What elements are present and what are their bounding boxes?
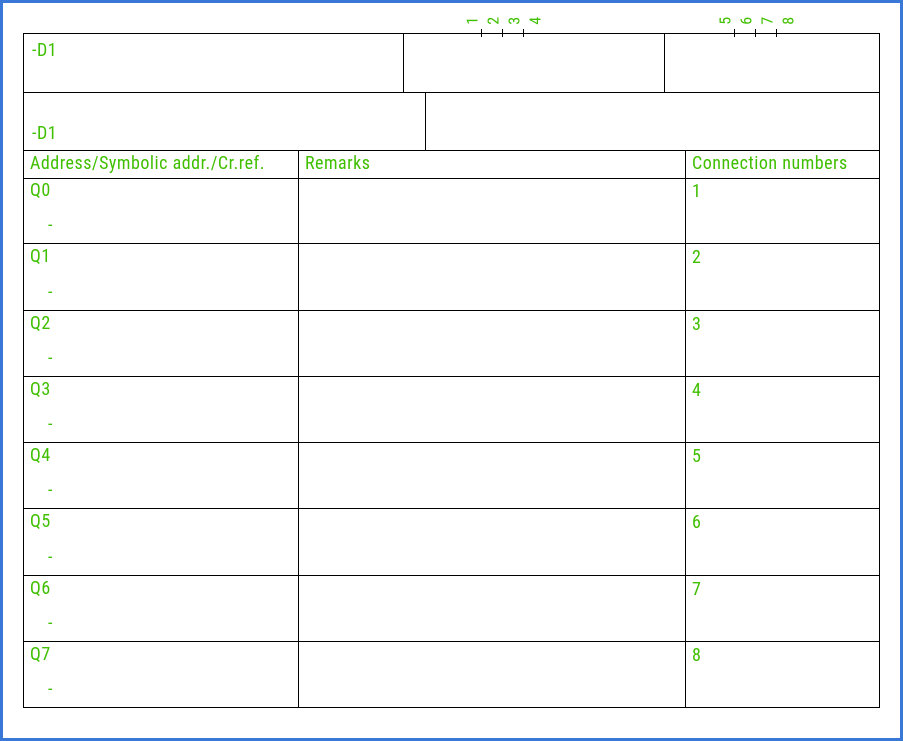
table-row: Q3 - 4 — [24, 377, 879, 443]
address-value: Q2 — [30, 313, 292, 335]
table-row: Q2 - 3 — [24, 311, 879, 377]
table-row: Q1 - 2 — [24, 244, 879, 310]
header-row-1: -D1 — [24, 34, 879, 93]
address-sub: - — [30, 681, 292, 699]
address-sub: - — [30, 217, 292, 235]
pin-label: 1 — [463, 12, 482, 30]
table-header: Address/Symbolic addr./Cr.ref. Remarks C… — [24, 150, 879, 179]
table-row: Q6 - 7 — [24, 576, 879, 642]
pin-label: 2 — [484, 12, 503, 30]
connection-value: 2 — [686, 244, 879, 309]
table-body: Q0 - 1 Q1 - 2 Q2 - 3 — [24, 178, 879, 707]
pin-label: 7 — [758, 12, 777, 30]
connection-value: 7 — [686, 576, 879, 641]
pin-label: 5 — [716, 12, 735, 30]
pin-label: 6 — [737, 12, 756, 30]
address-sub: - — [30, 549, 292, 567]
remarks-value — [299, 642, 686, 707]
connection-value: 5 — [686, 443, 879, 508]
sheet-frame: -D1 -D1 Address/Symbolic addr./Cr.ref. R… — [23, 33, 880, 708]
address-value: Q5 — [30, 511, 292, 533]
connection-value: 1 — [686, 178, 879, 243]
connection-value: 3 — [686, 311, 879, 376]
table-row: Q4 - 5 — [24, 443, 879, 509]
address-sub: - — [30, 482, 292, 500]
table-row: Q0 - 1 — [24, 178, 879, 244]
address-value: Q4 — [30, 445, 292, 467]
address-value: Q0 — [30, 180, 292, 202]
address-sub: - — [30, 416, 292, 434]
header1-cell-1: -D1 — [24, 34, 404, 92]
address-value: Q6 — [30, 578, 292, 600]
header1-cell-3 — [665, 34, 879, 92]
pin-label: 4 — [526, 12, 545, 30]
header2-cell-1: -D1 — [24, 92, 426, 150]
address-sub: - — [30, 615, 292, 633]
address-value: Q3 — [30, 379, 292, 401]
table-row: Q5 - 6 — [24, 509, 879, 575]
connection-value: 8 — [686, 642, 879, 707]
pin-label: 8 — [779, 12, 798, 30]
pin-label-strip: 1 2 3 4 5 6 7 8 — [23, 11, 880, 33]
header-row-2: -D1 — [24, 92, 879, 151]
page-frame: 1 2 3 4 5 6 7 8 -D1 -D1 Address/Symbolic… — [0, 0, 903, 741]
address-sub: - — [30, 350, 292, 368]
remarks-value — [299, 244, 686, 309]
header1-cell-2 — [404, 34, 665, 92]
table-row: Q7 - 8 — [24, 642, 879, 707]
remarks-value — [299, 509, 686, 574]
col-header-remarks: Remarks — [299, 150, 686, 178]
remarks-value — [299, 443, 686, 508]
remarks-value — [299, 178, 686, 243]
remarks-value — [299, 377, 686, 442]
header2-cell-2 — [426, 92, 879, 150]
header2-label: -D1 — [32, 123, 57, 144]
pin-label: 3 — [505, 12, 524, 30]
remarks-value — [299, 311, 686, 376]
connection-value: 6 — [686, 509, 879, 574]
col-header-address: Address/Symbolic addr./Cr.ref. — [24, 150, 299, 178]
address-value: Q1 — [30, 246, 292, 268]
remarks-value — [299, 576, 686, 641]
connection-value: 4 — [686, 377, 879, 442]
address-value: Q7 — [30, 644, 292, 666]
address-sub: - — [30, 284, 292, 302]
col-header-connection: Connection numbers — [686, 150, 879, 178]
